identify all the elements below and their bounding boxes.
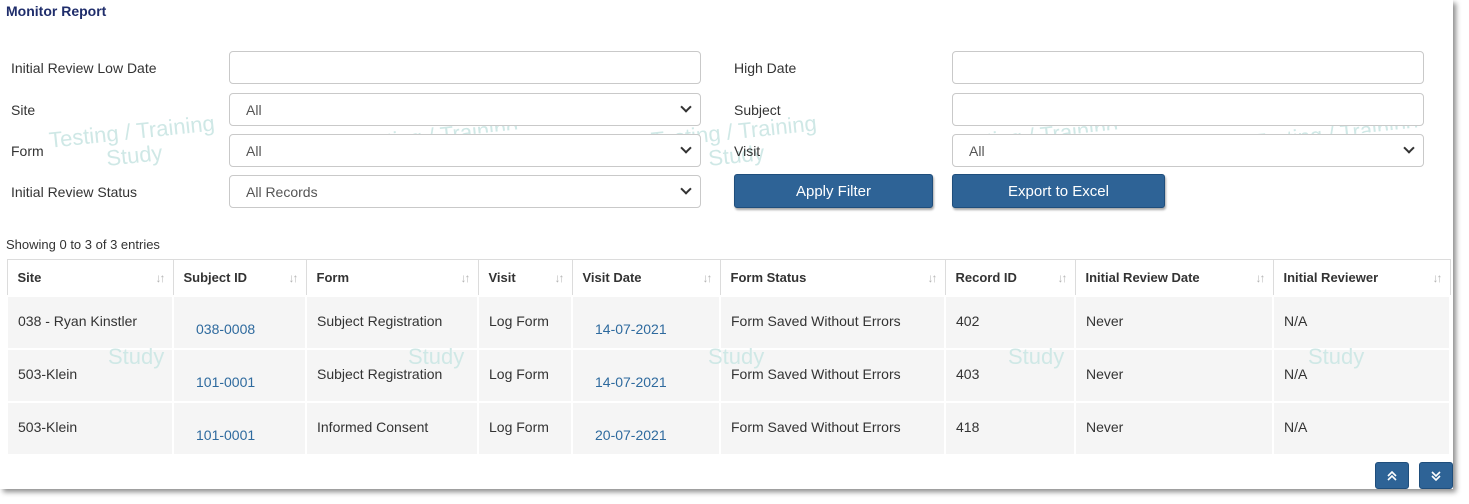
cell-site: 503-Klein [6,400,174,456]
scroll-top-button[interactable] [1375,462,1409,489]
subject-id-link[interactable]: 101-0001 [172,347,307,403]
column-header-initial-reviewer[interactable]: Initial Reviewer ↓↑ [1272,259,1451,296]
subject-label: Subject [734,102,781,118]
monitor-report-panel: Testing / Training Study Testing / Traini… [0,0,1453,489]
sort-icon: ↓↑ [927,271,938,285]
page-title: Monitor Report [6,3,107,19]
site-label: Site [11,102,36,118]
column-header-subject-id[interactable]: Subject ID ↓↑ [172,259,307,296]
report-table: Site ↓↑ Subject ID ↓↑ Form ↓↑ Visit ↓↑ Visit… [6,259,1451,456]
review-status-select[interactable]: All Records [229,175,701,208]
cell-form: Informed Consent [305,400,479,456]
column-header-form[interactable]: Form ↓↑ [305,259,479,296]
low-date-label: Initial Review Low Date [11,60,157,76]
sort-icon: ↓↑ [1432,271,1443,285]
apply-filter-button[interactable]: Apply Filter [734,174,933,208]
cell-record-id: 403 [944,347,1076,403]
cell-record-id: 418 [944,400,1076,456]
chevron-down-icon [680,183,692,195]
sort-icon: ↓↑ [554,271,565,285]
cell-visit: Log Form [477,347,573,403]
cell-initial-review-date: Never [1074,294,1274,350]
cell-record-id: 402 [944,294,1076,350]
column-header-visit[interactable]: Visit ↓↑ [477,259,573,296]
visit-selected-value: All [969,142,985,159]
sort-icon: ↓↑ [702,271,713,285]
sort-icon: ↓↑ [1255,271,1266,285]
cell-form: Subject Registration [305,347,479,403]
double-chevron-up-icon [1387,470,1397,481]
cell-visit: Log Form [477,400,573,456]
double-chevron-down-icon [1431,470,1441,481]
table-row: 503-Klein 101-0001 Informed Consent Log … [6,400,1451,456]
cell-visit: Log Form [477,294,573,350]
entries-info: Showing 0 to 3 of 3 entries [6,237,160,252]
cell-form-status: Form Saved Without Errors [719,347,946,403]
form-select[interactable]: All [229,134,701,167]
column-header-initial-review-date[interactable]: Initial Review Date ↓↑ [1074,259,1274,296]
chevron-down-icon [680,142,692,154]
sort-icon: ↓↑ [1057,271,1068,285]
high-date-label: High Date [734,60,797,76]
scroll-bottom-button[interactable] [1419,462,1453,489]
sort-icon: ↓↑ [460,271,471,285]
visit-select[interactable]: All [952,134,1424,167]
visit-date-link[interactable]: 14-07-2021 [571,294,721,350]
cell-initial-reviewer: N/A [1272,347,1451,403]
form-selected-value: All [246,142,262,159]
site-select[interactable]: All [229,93,701,126]
table-row: 038 - Ryan Kinstler 038-0008 Subject Reg… [6,294,1451,350]
cell-form: Subject Registration [305,294,479,350]
cell-form-status: Form Saved Without Errors [719,400,946,456]
table-header-row: Site ↓↑ Subject ID ↓↑ Form ↓↑ Visit ↓↑ Visit… [6,259,1451,296]
form-label: Form [11,143,44,159]
subject-id-link[interactable]: 101-0001 [172,400,307,456]
column-header-visit-date[interactable]: Visit Date ↓↑ [571,259,721,296]
cell-initial-review-date: Never [1074,400,1274,456]
cell-initial-reviewer: N/A [1272,294,1451,350]
cell-site: 038 - Ryan Kinstler [6,294,174,350]
cell-site: 503-Klein [6,347,174,403]
cell-form-status: Form Saved Without Errors [719,294,946,350]
visit-date-link[interactable]: 14-07-2021 [571,347,721,403]
high-date-input[interactable] [952,51,1424,84]
visit-date-link[interactable]: 20-07-2021 [571,400,721,456]
column-header-record-id[interactable]: Record ID ↓↑ [944,259,1076,296]
low-date-input[interactable] [229,51,701,84]
chevron-down-icon [1403,142,1415,154]
subject-input[interactable] [952,93,1424,126]
cell-initial-review-date: Never [1074,347,1274,403]
table-row: 503-Klein 101-0001 Subject Registration … [6,347,1451,403]
export-excel-button[interactable]: Export to Excel [952,174,1165,208]
site-selected-value: All [246,101,262,118]
subject-id-link[interactable]: 038-0008 [172,294,307,350]
column-header-form-status[interactable]: Form Status ↓↑ [719,259,946,296]
column-header-site[interactable]: Site ↓↑ [6,259,174,296]
sort-icon: ↓↑ [288,271,299,285]
review-status-label: Initial Review Status [11,184,138,200]
chevron-down-icon [680,101,692,113]
sort-icon: ↓↑ [155,271,166,285]
review-status-selected-value: All Records [246,183,318,200]
watermark: Testing / Training Study [47,110,216,171]
cell-initial-reviewer: N/A [1272,400,1451,456]
visit-label: Visit [734,143,761,159]
